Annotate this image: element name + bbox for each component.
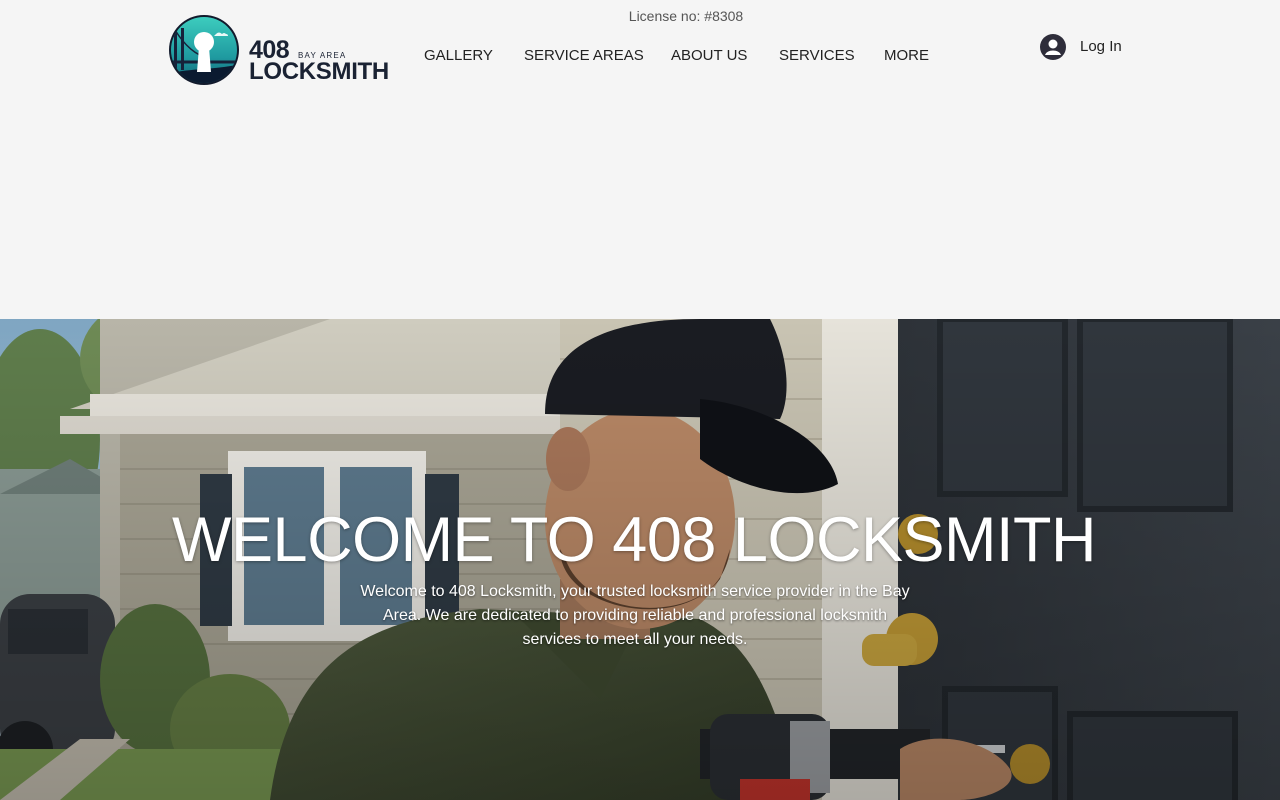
hero-section: WELCOME TO 408 LOCKSMITH Welcome to 408 …: [0, 319, 1280, 800]
nav-about-us[interactable]: ABOUT US: [671, 47, 747, 64]
nav-services[interactable]: SERVICES: [779, 47, 855, 64]
site-header: License no: #8308 408 BAY AREA LOCKSMITH…: [0, 0, 1280, 319]
golden-gate-bridge-keyhole-icon: [169, 15, 239, 85]
site-logo[interactable]: 408 BAY AREA LOCKSMITH: [168, 12, 389, 88]
hero-description: Welcome to 408 Locksmith, your trusted l…: [360, 583, 910, 648]
login-button[interactable]: Log In: [1040, 32, 1140, 62]
nav-service-areas[interactable]: SERVICE AREAS: [524, 47, 644, 64]
login-label: Log In: [1080, 38, 1122, 55]
user-avatar-icon: [1040, 34, 1066, 60]
hero-title: WELCOME TO 408 LOCKSMITH: [172, 505, 1096, 575]
nav-more[interactable]: MORE: [884, 47, 929, 64]
logo-wordmark: LOCKSMITH: [249, 58, 389, 85]
nav-gallery[interactable]: GALLERY: [424, 47, 493, 64]
